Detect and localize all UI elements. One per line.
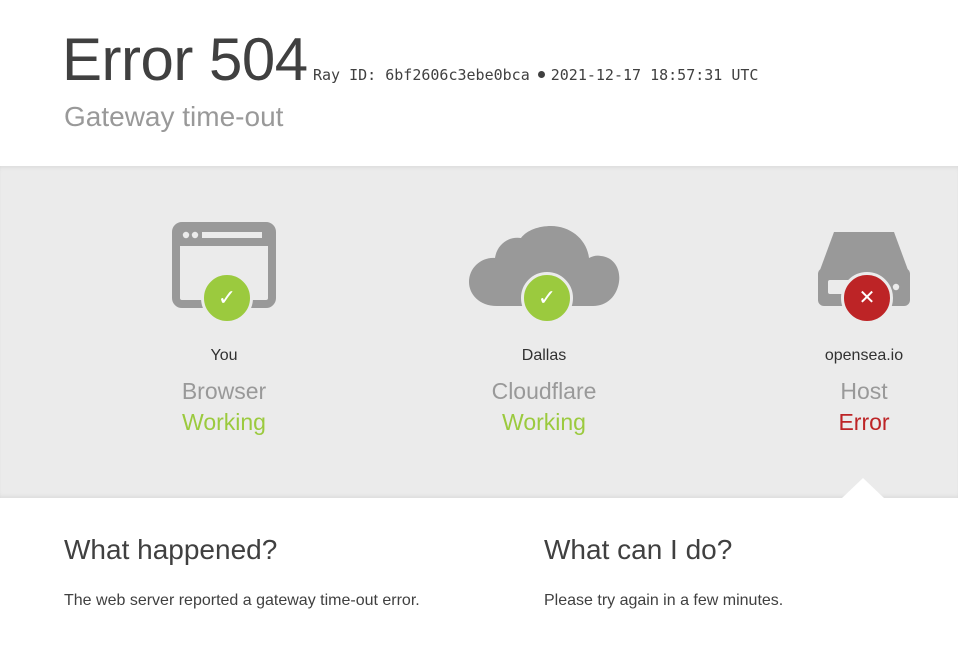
explanation-section: What happened? The web server reported a… (0, 498, 958, 664)
ray-id: Ray ID: 6bf2606c3ebe0bca (313, 66, 530, 84)
host-role: Host (840, 378, 888, 404)
error-header: Error 504 Ray ID: 6bf2606c3ebe0bca 2021-1… (0, 0, 958, 166)
cloudflare-status: Working (502, 409, 586, 435)
browser-location: You (210, 347, 238, 364)
what-happened-heading: What happened? (64, 534, 278, 565)
error-subtitle: Gateway time-out (64, 101, 284, 132)
cloudflare-node: ✓ Dallas Cloudflare Working (434, 166, 654, 498)
browser-node: ✓ You Browser Working (114, 166, 334, 498)
error-title: Error 504 (62, 26, 308, 93)
browser-role: Browser (181, 378, 267, 404)
what-can-i-do-column: What can I do? Please try again in a few… (544, 532, 958, 612)
what-happened-text: The web server reported a gateway time-o… (64, 592, 420, 609)
host-pointer-arrow (842, 478, 884, 498)
status-diagram: ✓ You Browser Working ✓ Dallas Cloudflar… (0, 166, 958, 498)
browser-status: Working (182, 409, 266, 435)
checkmark-icon: ✓ (521, 272, 573, 324)
checkmark-icon: ✓ (201, 272, 253, 324)
ray-id-line: Ray ID: 6bf2606c3ebe0bca 2021-12-17 18:57… (313, 65, 758, 85)
error-timestamp: 2021-12-17 18:57:31 UTC (550, 66, 759, 84)
host-location: opensea.io (824, 347, 904, 364)
separator-dot (537, 71, 545, 78)
host-status: Error (838, 409, 890, 435)
cloudflare-role: Cloudflare (491, 378, 597, 404)
what-can-i-do-heading: What can I do? (544, 534, 733, 565)
host-node: ✕ opensea.io Host Error (754, 166, 958, 498)
what-can-i-do-text: Please try again in a few minutes. (544, 592, 784, 609)
close-x-icon: ✕ (841, 272, 893, 324)
what-happened-column: What happened? The web server reported a… (64, 532, 484, 612)
cloudflare-location: Dallas (521, 347, 567, 364)
